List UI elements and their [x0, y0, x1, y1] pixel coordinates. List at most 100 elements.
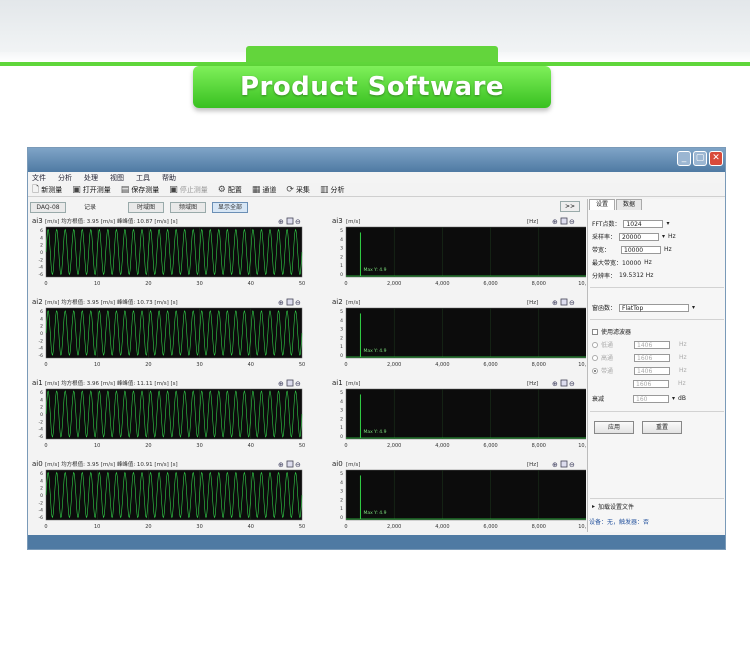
- freq-input-1[interactable]: 1406: [634, 340, 671, 349]
- freq-unit: Hz: [678, 380, 686, 387]
- y-tick-label: 4: [340, 237, 343, 243]
- x-tick-label: 10: [94, 362, 100, 368]
- maximize-icon[interactable]: ▢: [693, 151, 707, 166]
- y-tick-label: -6: [39, 272, 44, 278]
- x-tick-label: 4,000: [435, 362, 449, 368]
- x-tick-label: 20: [145, 524, 151, 530]
- y-tick-label: 1: [340, 344, 343, 350]
- attenuation-input[interactable]: 160: [633, 394, 670, 403]
- freq-unit: Hz: [679, 341, 687, 348]
- x-tick-label: 40: [248, 443, 254, 449]
- x-tick-label: 40: [248, 362, 254, 368]
- max-bandwidth-label: 最大带宽：10000: [592, 260, 642, 267]
- record-button[interactable]: 记录: [72, 202, 108, 213]
- x-tick-label: 0: [344, 362, 347, 368]
- freq-ai1-unit: [m/s]: [346, 381, 360, 387]
- y-tick-label: 2: [340, 416, 343, 422]
- refresh-icon: ⟳: [286, 184, 294, 195]
- freq-input-4[interactable]: 1606: [633, 379, 669, 388]
- fft-select[interactable]: 1024: [623, 219, 664, 228]
- window-fn-select[interactable]: FlatTop: [619, 303, 690, 312]
- x-tick-label: 4,000: [435, 524, 449, 530]
- menu-process[interactable]: 处理: [84, 173, 98, 183]
- menu-bar: 文件 分析 处理 视图 工具 帮助: [28, 172, 725, 183]
- menu-tools[interactable]: 工具: [136, 173, 150, 183]
- x-tick-label: 50: [299, 524, 305, 530]
- bandpass-radio[interactable]: [592, 367, 598, 374]
- tab-data[interactable]: 数据: [616, 199, 643, 210]
- max-bandwidth-unit: Hz: [644, 259, 652, 266]
- freq-input-2[interactable]: 1606: [634, 353, 671, 362]
- menu-help[interactable]: 帮助: [162, 173, 176, 183]
- open-measure-label: 打开测量: [82, 185, 111, 194]
- bandpass-row: 带通 1406 Hz: [592, 366, 687, 375]
- pan-icon: ⊖: [569, 299, 575, 307]
- y-tick-label: 0: [40, 493, 43, 499]
- software-window: _ ▢ ✕ 文件 分析 处理 视图 工具 帮助 🗋 新测量 ▣ 打开测量 ▤ 保存测量…: [27, 147, 726, 550]
- highpass-radio[interactable]: [592, 354, 598, 361]
- freq-unit: Hz: [679, 367, 687, 374]
- view-button-row: DAQ-08 记录 时域图 频域图 显示全部: [30, 200, 585, 214]
- divider: [590, 498, 724, 499]
- plot-area: ai3 [m/s] 均方根值: 3.95 [m/s] 峰峰值: 10.87 [m/…: [30, 216, 586, 546]
- open-measure-button[interactable]: ▣ 打开测量: [72, 185, 111, 195]
- close-icon[interactable]: ✕: [709, 151, 723, 166]
- expand-panel-button[interactable]: >>: [560, 201, 580, 212]
- device-button[interactable]: DAQ-08: [30, 201, 66, 213]
- fit-icon: [560, 379, 568, 387]
- new-measure-button[interactable]: 🗋 新测量: [32, 182, 62, 198]
- y-tick-label: 2: [40, 243, 43, 249]
- acquire-button[interactable]: ⟳ 采集: [286, 185, 310, 195]
- new-file-icon: 🗋: [32, 184, 40, 195]
- reset-button[interactable]: 重置: [642, 421, 682, 434]
- show-all-button[interactable]: 显示全部: [212, 201, 249, 213]
- x-tick-label: 0: [44, 281, 47, 287]
- analyze-button[interactable]: ▥ 分析: [320, 185, 345, 195]
- stop-measure-button[interactable]: ▣ 停止测量: [169, 185, 208, 195]
- window-controls: _ ▢ ✕: [677, 151, 723, 166]
- charts-svg: ai3 [m/s] 均方根值: 3.95 [m/s] 峰峰值: 10.87 [m/…: [32, 217, 586, 530]
- y-tick-label: -4: [39, 427, 44, 433]
- bandwidth-input[interactable]: 10000: [621, 245, 662, 254]
- filter-checkbox[interactable]: [592, 328, 598, 335]
- freq-view-button[interactable]: 频域图: [170, 201, 206, 213]
- channel-button[interactable]: ▦ 通道: [252, 185, 277, 195]
- lowpass-label: 低通: [601, 342, 614, 349]
- config-label: 配置: [227, 185, 242, 194]
- config-button[interactable]: ⚙ 配置: [218, 185, 242, 195]
- time-ai1-info: [m/s] 均方根值: 3.96 [m/s] 峰峰值: 11.11 [m/s] …: [45, 379, 178, 387]
- y-tick-label: 3: [340, 408, 343, 414]
- x-tick-label: 2,000: [387, 524, 401, 530]
- apply-button[interactable]: 应用: [594, 421, 634, 434]
- load-config-row[interactable]: ▸ 加载设置文件: [592, 502, 634, 511]
- channel-icon: ▦: [251, 184, 261, 195]
- x-tick-label: 0: [344, 281, 347, 287]
- freq-input-3[interactable]: 1406: [634, 366, 671, 375]
- divider: [590, 411, 724, 412]
- minimize-icon[interactable]: _: [677, 151, 691, 166]
- rate-input[interactable]: 20000: [619, 232, 660, 241]
- fit-icon: [286, 460, 294, 468]
- y-tick-label: 4: [340, 399, 343, 405]
- bandwidth-row: 带宽： 10000 Hz: [592, 245, 672, 254]
- x-tick-label: 8,000: [532, 281, 546, 287]
- menu-view[interactable]: 视图: [110, 173, 124, 183]
- x-tick-label: 2,000: [387, 443, 401, 449]
- tab-settings[interactable]: 设置: [589, 199, 616, 210]
- y-tick-label: 1: [340, 263, 343, 269]
- y-tick-label: 1: [340, 425, 343, 431]
- x-tick-label: 10: [94, 524, 100, 530]
- fit-icon: [286, 379, 294, 387]
- y-tick-label: 3: [340, 246, 343, 252]
- lowpass-radio[interactable]: [592, 341, 598, 348]
- pan-icon: ⊖: [569, 218, 575, 226]
- time-view-button[interactable]: 时域图: [128, 201, 164, 213]
- x-tick-label: 30: [196, 524, 202, 530]
- y-tick-label: 4: [40, 316, 43, 322]
- status-text: 设备：无，触发器：否: [589, 519, 650, 526]
- save-measure-button[interactable]: ▤ 保存测量: [121, 185, 160, 195]
- zoom-icon: ⊕: [278, 461, 284, 469]
- y-tick-label: 1: [340, 506, 343, 512]
- y-tick-label: 0: [40, 250, 43, 256]
- freq-ai3-unit-right: [Hz]: [527, 219, 538, 225]
